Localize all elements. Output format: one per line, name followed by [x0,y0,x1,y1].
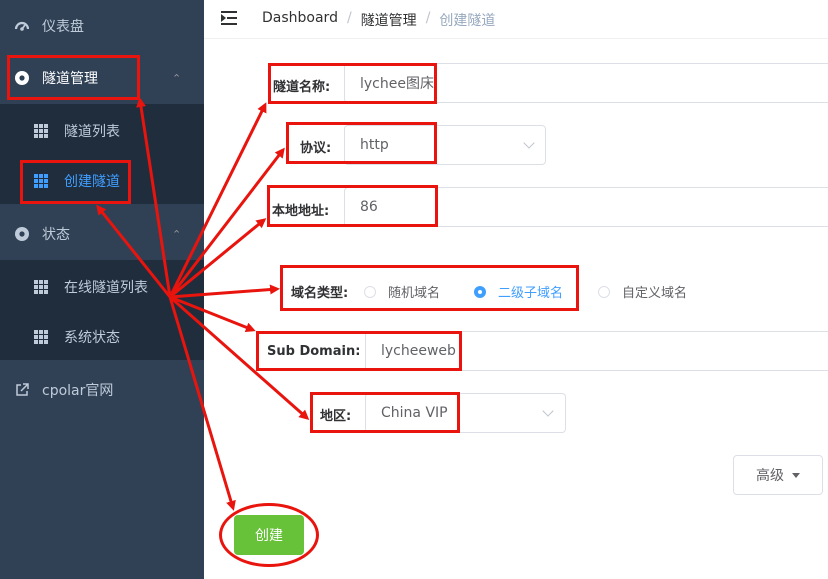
caret-down-icon [792,472,800,478]
radio-icon [474,285,486,298]
sidebar-item-label: 隧道列表 [64,124,120,140]
sidebar-item-label: 创建隧道 [64,174,120,190]
region-select[interactable]: China VIP [365,393,566,433]
chevron-up-icon: ⌃ [172,71,182,85]
submenu-status: 在线隧道列表 系统状态 [0,260,204,360]
hamburger-icon[interactable] [221,11,237,25]
dashboard-icon [14,18,30,34]
tunnel-icon [14,70,30,86]
grid-icon [34,124,48,138]
subdomain-input[interactable]: lycheeweb [365,331,828,371]
domain-type-label: 域名类型: [291,286,349,301]
breadcrumb-dashboard[interactable]: Dashboard [262,10,338,30]
sidebar-item-cpolar-site[interactable]: cpolar官网 [0,364,204,416]
status-icon [14,226,30,242]
chevron-up-icon: ⌃ [172,227,182,241]
sidebar-item-system-status[interactable]: 系统状态 [0,312,204,362]
grid-icon [34,330,48,344]
tunnel-name-label: 隧道名称: [273,80,331,95]
advanced-label: 高级 [756,468,784,484]
radio-label: 二级子域名 [498,286,564,301]
external-link-icon [14,382,30,398]
radio-random-domain[interactable]: 随机域名 [364,282,440,301]
annotation-ellipse [219,503,319,567]
radio-icon [598,285,610,298]
top-header: Dashboard / 隧道管理 / 创建隧道 [204,0,828,39]
sidebar-item-label: cpolar官网 [42,383,114,399]
protocol-value: http [360,137,389,153]
protocol-label: 协议: [300,141,332,156]
breadcrumb-create-tunnel: 创建隧道 [439,13,496,29]
sidebar-item-online-tunnels[interactable]: 在线隧道列表 [0,262,204,312]
sidebar-item-tunnel-list[interactable]: 隧道列表 [0,106,204,156]
radio-icon [364,285,376,298]
breadcrumb: Dashboard / 隧道管理 / 创建隧道 [262,10,495,30]
radio-subdomain[interactable]: 二级子域名 [474,282,563,301]
grid-icon [34,174,48,188]
tunnel-name-input[interactable]: lychee图床 [344,63,828,103]
radio-label: 自定义域名 [622,286,688,301]
grid-icon [34,280,48,294]
radio-label: 随机域名 [388,286,441,301]
sidebar-item-label: 隧道管理 [42,71,98,87]
protocol-select[interactable]: http [344,125,546,165]
breadcrumb-separator: / [346,10,352,26]
breadcrumb-tunnel-management[interactable]: 隧道管理 [361,10,417,30]
sidebar-item-create-tunnel[interactable]: 创建隧道 [0,156,204,206]
sidebar-item-status[interactable]: 状态 ⌃ [0,208,204,260]
subdomain-value: lycheeweb [381,343,456,359]
region-label: 地区: [320,409,352,424]
region-value: China VIP [381,405,448,421]
subdomain-label: Sub Domain: [267,344,361,359]
chevron-down-icon [542,405,554,417]
sidebar-item-label: 状态 [42,227,70,243]
local-address-input[interactable]: 86 [344,187,828,227]
sidebar-item-tunnel-management[interactable]: 隧道管理 ⌃ [0,52,204,104]
chevron-down-icon [523,137,535,149]
submenu-tunnels: 隧道列表 创建隧道 [0,104,204,204]
sidebar: 仪表盘 隧道管理 ⌃ 隧道列表 创建隧道 状态 ⌃ 在线隧道列表 系统状态 cp… [0,0,204,579]
breadcrumb-separator: / [425,10,431,26]
sidebar-item-dashboard[interactable]: 仪表盘 [0,0,204,52]
local-address-label: 本地地址: [272,204,330,219]
local-address-value: 86 [360,199,378,215]
advanced-button[interactable]: 高级 [733,455,823,495]
radio-custom-domain[interactable]: 自定义域名 [598,282,687,301]
sidebar-item-label: 在线隧道列表 [64,280,148,296]
tunnel-name-value: lychee图床 [360,76,434,92]
sidebar-item-label: 仪表盘 [42,19,84,35]
sidebar-item-label: 系统状态 [64,330,120,346]
